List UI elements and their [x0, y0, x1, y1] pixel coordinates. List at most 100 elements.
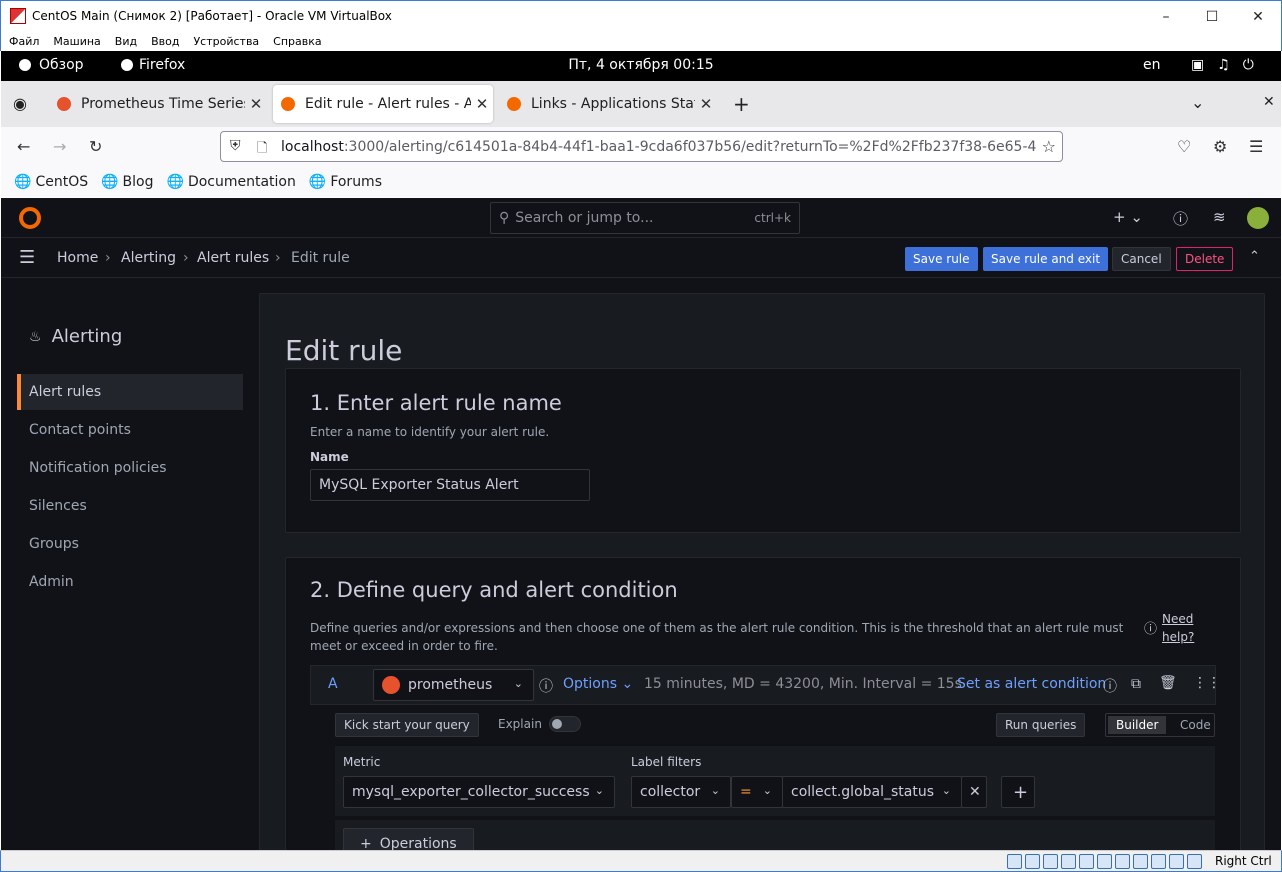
- usb-icon[interactable]: [1079, 854, 1094, 869]
- optical-drive-icon[interactable]: [1025, 854, 1040, 869]
- remove-filter-button[interactable]: ✕: [961, 776, 987, 808]
- cpu-icon[interactable]: [1151, 854, 1166, 869]
- help-icon[interactable]: ⓘ: [1173, 208, 1188, 229]
- clock[interactable]: Пт, 4 октября 00:15: [1, 57, 1281, 73]
- menu-file[interactable]: Файл: [9, 35, 39, 48]
- datasource-picker[interactable]: prometheus ⌄: [373, 669, 534, 701]
- sidebar-item-silences[interactable]: Silences: [17, 488, 243, 524]
- news-feed-icon[interactable]: ≋: [1213, 208, 1226, 226]
- menu-devices[interactable]: Устройства: [193, 35, 259, 48]
- metric-select[interactable]: mysql_exporter_collector_success ⌄: [343, 776, 615, 808]
- extensions-icon[interactable]: ⚙: [1213, 137, 1227, 156]
- sidebar-item-alert-rules[interactable]: Alert rules: [17, 374, 243, 410]
- hamburger-menu-icon[interactable]: ☰: [1249, 137, 1263, 156]
- menu-toggle-icon[interactable]: ☰: [19, 247, 35, 268]
- bookmark-blog[interactable]: 🌐 Blog: [101, 174, 153, 190]
- collapse-chevron-icon[interactable]: ⌃: [1249, 249, 1260, 264]
- menu-input[interactable]: Ввод: [151, 35, 179, 48]
- label-value-select[interactable]: collect.global_status ⌄: [782, 776, 962, 808]
- forward-icon[interactable]: →: [53, 137, 66, 156]
- breadcrumb-separator: ›: [183, 250, 189, 266]
- tab-close-icon[interactable]: ✕: [471, 95, 493, 113]
- tab-label: Prometheus Time Series C: [81, 96, 245, 112]
- bookmark-star-icon[interactable]: ☆: [1041, 137, 1056, 156]
- url-bar[interactable]: ⛨ 🗋 localhost:3000/alerting/c614501a-84b…: [220, 131, 1063, 162]
- menu-view[interactable]: Вид: [115, 35, 137, 48]
- sidebar-item-admin[interactable]: Admin: [17, 564, 243, 600]
- sidebar-item-notification-policies[interactable]: Notification policies: [17, 450, 243, 486]
- audio-icon[interactable]: [1043, 854, 1058, 869]
- menu-help[interactable]: Справка: [273, 35, 321, 48]
- query-ref-id[interactable]: A: [328, 676, 338, 692]
- url-path: :3000/alerting/c614501a-84b4-44f1-baa1-9…: [343, 138, 1037, 155]
- bookmark-centos[interactable]: 🌐 CentOS: [14, 174, 88, 190]
- back-icon[interactable]: ←: [17, 137, 30, 156]
- add-new-icon[interactable]: + ⌄: [1113, 208, 1143, 226]
- tab-close-icon[interactable]: ✕: [695, 95, 717, 113]
- hdd-icon[interactable]: [1007, 854, 1022, 869]
- builder-mode-tab[interactable]: Builder: [1108, 716, 1167, 734]
- breadcrumb-alerting[interactable]: Alerting: [121, 250, 176, 266]
- add-filter-button[interactable]: +: [1001, 776, 1035, 808]
- duplicate-query-icon[interactable]: ⧉: [1131, 676, 1141, 692]
- firefox-view-icon[interactable]: ◉: [13, 94, 27, 113]
- label-name-value: collector: [640, 784, 701, 800]
- shared-folders-icon[interactable]: [1097, 854, 1112, 869]
- pocket-icon[interactable]: ♡: [1177, 137, 1191, 156]
- menu-machine[interactable]: Машина: [53, 35, 100, 48]
- maximize-icon[interactable]: ☐: [1189, 1, 1235, 32]
- rule-name-input[interactable]: MySQL Exporter Status Alert: [310, 469, 590, 501]
- close-icon[interactable]: ✕: [1235, 1, 1281, 32]
- delete-query-icon[interactable]: 🗑: [1159, 675, 1177, 691]
- breadcrumb-alert-rules[interactable]: Alert rules: [197, 250, 269, 266]
- list-tabs-chevron-icon[interactable]: ⌄: [1191, 93, 1204, 112]
- network-icon[interactable]: [1061, 854, 1076, 869]
- breadcrumb-home[interactable]: Home: [57, 250, 98, 266]
- label-operator-select[interactable]: = ⌄: [731, 776, 783, 808]
- sidebar-item-groups[interactable]: Groups: [17, 526, 243, 562]
- search-input[interactable]: ⚲ Search or jump to... ctrl+k: [490, 202, 800, 234]
- recording-icon[interactable]: [1133, 854, 1148, 869]
- save-rule-button[interactable]: Save rule: [905, 247, 978, 271]
- avatar[interactable]: [1247, 207, 1269, 229]
- kick-start-query-button[interactable]: Kick start your query: [335, 713, 479, 737]
- keyboard-icon[interactable]: [1187, 854, 1202, 869]
- page-info-icon[interactable]: 🗋: [257, 139, 267, 161]
- cancel-button[interactable]: Cancel: [1112, 247, 1171, 271]
- minimize-icon[interactable]: –: [1143, 1, 1189, 32]
- bookmark-forums[interactable]: 🌐 Forums: [309, 174, 382, 190]
- help-circle-icon[interactable]: ⓘ: [1103, 676, 1117, 696]
- reload-icon[interactable]: ↻: [89, 137, 102, 156]
- save-rule-and-exit-button[interactable]: Save rule and exit: [983, 247, 1109, 271]
- system-menu[interactable]: ▣ ♫ ⏻: [1191, 57, 1254, 73]
- explain-toggle[interactable]: [549, 716, 581, 732]
- new-tab-icon[interactable]: +: [733, 92, 750, 116]
- tab-prometheus[interactable]: Prometheus Time Series C ✕: [49, 85, 267, 123]
- mouse-integration-icon[interactable]: [1169, 854, 1184, 869]
- grafana-logo-icon[interactable]: [19, 207, 41, 229]
- tab-edit-rule[interactable]: Edit rule - Alert rules - Ale ✕: [273, 85, 493, 123]
- tab-close-icon[interactable]: ✕: [245, 95, 267, 113]
- sidebar-item-contact-points[interactable]: Contact points: [17, 412, 243, 448]
- shield-icon[interactable]: ⛨: [230, 138, 241, 154]
- query-options-toggle[interactable]: Options ⌄: [563, 676, 633, 692]
- chevron-down-icon: ⌄: [762, 784, 772, 797]
- close-window-icon[interactable]: ✕: [1263, 94, 1275, 110]
- volume-icon: ♫: [1217, 57, 1230, 73]
- set-alert-condition-button[interactable]: Set as alert condition: [957, 676, 1106, 692]
- chevron-down-icon: ⌄: [513, 677, 523, 690]
- search-icon: ⚲: [499, 210, 510, 226]
- run-queries-button[interactable]: Run queries: [996, 713, 1086, 737]
- tab-links[interactable]: Links - Applications Statu ✕: [499, 85, 717, 123]
- delete-button[interactable]: Delete: [1176, 247, 1234, 271]
- bookmark-documentation[interactable]: 🌐 Documentation: [167, 174, 296, 190]
- drag-handle-icon[interactable]: ⋮⋮: [1193, 675, 1221, 691]
- breadcrumb-bar: ☰ Home › Alerting › Alert rules › Edit r…: [1, 238, 1281, 278]
- need-help-link[interactable]: Need help?: [1162, 610, 1206, 646]
- keyboard-layout[interactable]: en: [1143, 57, 1161, 73]
- display-icon[interactable]: [1115, 854, 1130, 869]
- add-operation-button[interactable]: + Operations: [343, 828, 474, 851]
- code-mode-tab[interactable]: Code: [1172, 716, 1219, 734]
- breadcrumb-separator: ›: [105, 250, 111, 266]
- label-name-select[interactable]: collector ⌄: [631, 776, 731, 808]
